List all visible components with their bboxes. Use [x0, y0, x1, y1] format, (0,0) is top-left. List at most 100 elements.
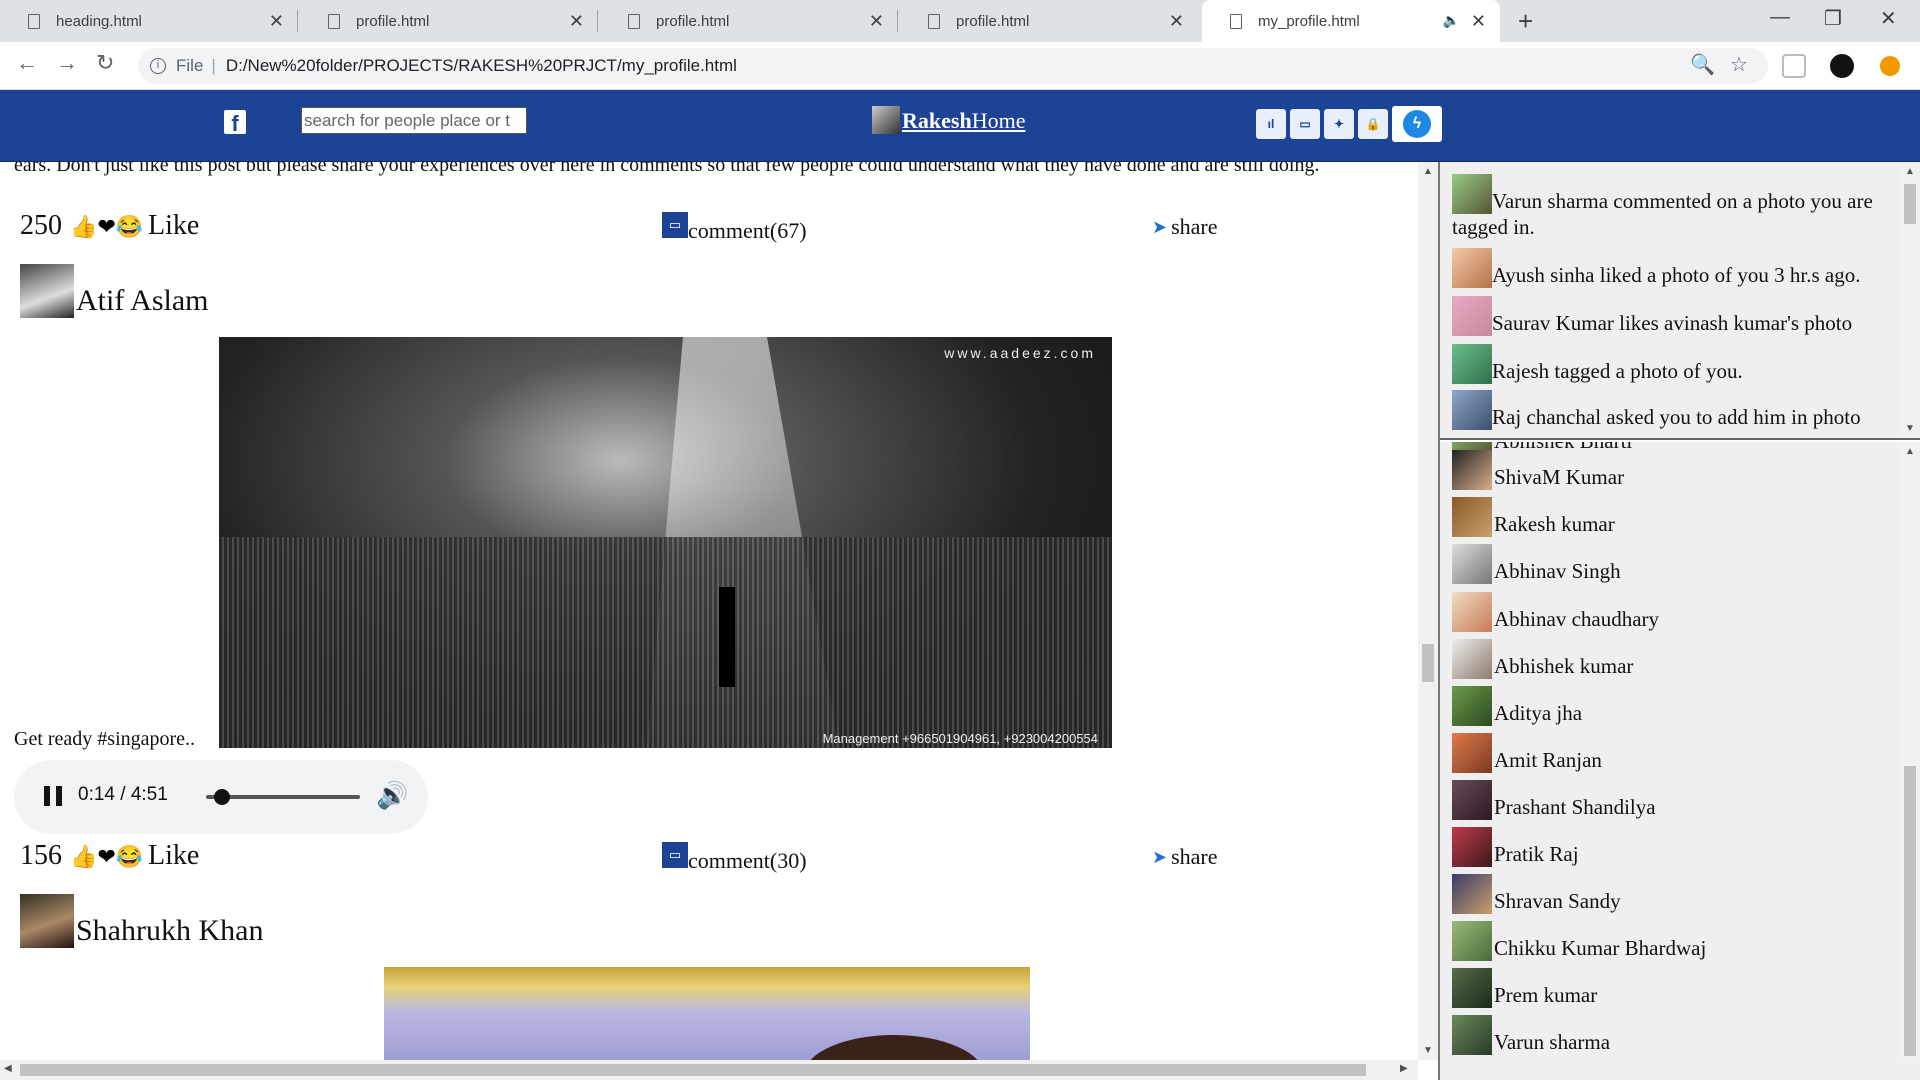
address-bar: ← → ↻ i File | D:/New%20folder/PROJECTS/…	[0, 42, 1920, 90]
notification-item[interactable]: Saurav Kumar likes avinash kumar's photo	[1452, 296, 1892, 336]
scroll-up-icon[interactable]: ▲	[1423, 166, 1433, 177]
url-field[interactable]: i File | D:/New%20folder/PROJECTS/RAKESH…	[138, 48, 1768, 84]
browser-tab[interactable]: profile.html ✕	[600, 0, 898, 42]
avatar	[1452, 639, 1492, 679]
scrollbar-thumb[interactable]	[1904, 766, 1916, 1056]
scroll-down-icon[interactable]: ▼	[1423, 1045, 1433, 1056]
minimize-icon[interactable]: —	[1770, 6, 1790, 29]
image-watermark: www.aadeez.com	[944, 345, 1096, 361]
lock-icon[interactable]: 🔒	[1358, 109, 1388, 139]
contact-item[interactable]: Amit Ranjan	[1452, 733, 1602, 773]
messages-icon[interactable]: ▭	[1290, 109, 1320, 139]
close-tab-icon[interactable]: ✕	[269, 11, 284, 32]
contact-item[interactable]: Pratik Raj	[1452, 827, 1579, 867]
comment-button[interactable]: ▭ comment(67)	[662, 212, 807, 244]
volume-icon[interactable]: 🔊	[376, 780, 408, 811]
contact-item[interactable]: Abhinav Singh	[1452, 544, 1621, 584]
post-author[interactable]: Atif Aslam	[20, 264, 209, 318]
notification-item[interactable]: Ayush sinha liked a photo of you 3 hr.s …	[1452, 248, 1892, 288]
speaker-icon[interactable]: 🔈	[1443, 12, 1460, 29]
contact-item[interactable]: Abhinav chaudhary	[1452, 592, 1659, 632]
close-tab-icon[interactable]: ✕	[869, 11, 884, 32]
scrollbar-thumb[interactable]	[1422, 644, 1434, 682]
zoom-icon[interactable]: 🔍	[1690, 52, 1715, 77]
restore-icon[interactable]: ❐	[1824, 6, 1842, 31]
scroll-up-icon[interactable]: ▲	[1905, 166, 1915, 177]
feed-horizontal-scrollbar[interactable]: ◀ ▶	[0, 1060, 1418, 1080]
contacts-panel[interactable]: Abhishek Bharti ShivaM Kumar Rakesh kuma…	[1440, 442, 1920, 1080]
post-caption: Get ready #singapore..	[14, 728, 196, 750]
contact-item[interactable]: Varun sharma	[1452, 1015, 1610, 1055]
tab-separator	[597, 10, 598, 32]
contact-item[interactable]: Rakesh kumar	[1452, 497, 1615, 537]
bookmark-star-icon[interactable]: ☆	[1730, 52, 1748, 77]
browser-tab-active[interactable]: my_profile.html 🔈 ✕	[1202, 0, 1500, 42]
contact-item[interactable]: Aditya jha	[1452, 686, 1582, 726]
reaction-icons[interactable]: 👍❤😂	[70, 214, 143, 240]
scroll-right-icon[interactable]: ▶	[1400, 1063, 1408, 1074]
home-name[interactable]: RakeshHome	[902, 108, 1025, 134]
notifications-icon[interactable]: ✦	[1324, 109, 1354, 139]
close-tab-icon[interactable]: ✕	[1471, 11, 1486, 32]
contact-item[interactable]: ShivaM Kumar	[1452, 450, 1624, 490]
browser-tab[interactable]: profile.html ✕	[900, 0, 1198, 42]
scroll-down-icon[interactable]: ▼	[1905, 423, 1915, 434]
back-icon[interactable]: ←	[16, 50, 38, 76]
contact-item[interactable]: Prashant Shandilya	[1452, 780, 1656, 820]
notification-item[interactable]: Varun sharma commented on a photo you ar…	[1452, 174, 1892, 240]
profile-icon[interactable]	[1830, 54, 1854, 78]
new-tab-icon[interactable]: +	[1518, 6, 1533, 37]
messenger-button[interactable]: ϟ	[1392, 106, 1442, 142]
messenger-icon: ϟ	[1403, 110, 1431, 138]
pause-button[interactable]	[44, 786, 62, 806]
contact-item[interactable]: Abhishek kumar	[1452, 639, 1633, 679]
reload-icon[interactable]: ↻	[96, 50, 114, 76]
contact-item[interactable]: Shravan Sandy	[1452, 874, 1621, 914]
audio-seek-bar[interactable]	[206, 789, 360, 805]
notifications-scrollbar[interactable]: ▲ ▼	[1900, 162, 1920, 438]
notifications-panel[interactable]: Varun sharma commented on a photo you ar…	[1440, 162, 1920, 440]
browser-tab[interactable]: heading.html ✕	[0, 0, 298, 42]
browser-tab[interactable]: profile.html ✕	[300, 0, 598, 42]
facebook-logo-icon[interactable]: f	[224, 110, 246, 136]
audio-player: 0:14 / 4:51 🔊	[14, 760, 428, 834]
comment-button[interactable]: ▭ comment(30)	[662, 842, 807, 874]
home-link[interactable]: RakeshHome	[872, 106, 1025, 134]
post-author[interactable]: Shahrukh Khan	[20, 894, 263, 948]
close-window-icon[interactable]: ✕	[1880, 6, 1897, 31]
reaction-row: 250 👍❤😂 Like ▭ comment(67) ➤ share	[0, 210, 1300, 250]
close-tab-icon[interactable]: ✕	[569, 11, 584, 32]
extension-icon[interactable]	[1782, 54, 1806, 78]
contact-item[interactable]: Chikku Kumar Bhardwaj	[1452, 921, 1706, 961]
avatar	[1452, 968, 1492, 1008]
notification-item[interactable]: Rajesh tagged a photo of you.	[1452, 344, 1892, 384]
update-icon[interactable]	[1880, 56, 1900, 76]
news-feed[interactable]: ears. Don't just like this post but plea…	[0, 162, 1418, 1060]
search-input[interactable]	[301, 107, 527, 134]
scrollbar-thumb[interactable]	[20, 1064, 1366, 1076]
friend-requests-icon[interactable]: ıl	[1256, 109, 1286, 139]
post-image[interactable]: www.aadeez.com Management +966501904961,…	[219, 337, 1112, 748]
comment-icon: ▭	[662, 842, 688, 868]
notification-item[interactable]: Raj chanchal asked you to add him in pho…	[1452, 390, 1892, 430]
avatar	[20, 894, 74, 948]
scrollbar-thumb[interactable]	[1904, 184, 1916, 224]
share-button[interactable]: ➤ share	[1152, 844, 1218, 870]
forward-icon[interactable]: →	[56, 50, 78, 76]
tab-title: profile.html	[956, 12, 1030, 30]
avatar	[1452, 1015, 1492, 1055]
like-button[interactable]: Like	[148, 210, 199, 242]
post-image[interactable]	[384, 967, 1030, 1060]
portrait-head	[804, 1035, 984, 1060]
scroll-left-icon[interactable]: ◀	[4, 1063, 12, 1074]
audio-seek-thumb[interactable]	[213, 789, 230, 805]
share-button[interactable]: ➤ share	[1152, 214, 1218, 240]
like-button[interactable]: Like	[148, 840, 199, 872]
reaction-icons[interactable]: 👍❤😂	[70, 844, 143, 870]
feed-vertical-scrollbar[interactable]: ▲ ▼	[1418, 162, 1438, 1060]
info-icon[interactable]: i	[150, 58, 166, 74]
contacts-scrollbar[interactable]: ▲	[1900, 442, 1920, 1062]
close-tab-icon[interactable]: ✕	[1169, 11, 1184, 32]
contact-item[interactable]: Prem kumar	[1452, 968, 1597, 1008]
scroll-up-icon[interactable]: ▲	[1905, 446, 1915, 457]
